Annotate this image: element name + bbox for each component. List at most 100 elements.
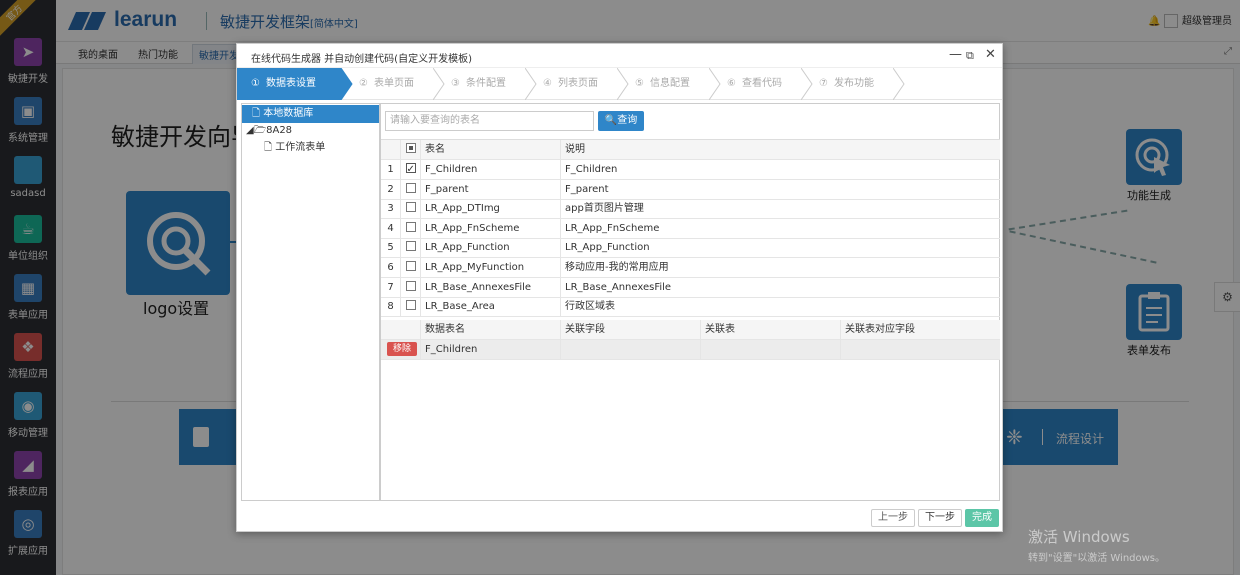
maximize-icon[interactable]: ⧉ bbox=[966, 49, 974, 63]
table-row[interactable]: 5 LR_App_Function LR_App_Function bbox=[381, 238, 1000, 259]
table-select-panel: 请输入要查询的表名 🔍查询 表名 说明 1 F_Children F_Childre… bbox=[380, 103, 1000, 501]
relation-grid: 数据表名 关联字段 关联表 关联表对应字段 移除 F_Children bbox=[381, 320, 1000, 360]
wizard-step[interactable]: ⑤ 信息配置 bbox=[617, 68, 709, 100]
row-checkbox[interactable] bbox=[405, 300, 416, 311]
step-label: 列表页面 bbox=[557, 78, 598, 89]
next-step-button[interactable]: 下一步 bbox=[918, 509, 962, 527]
table-row[interactable]: 4 LR_App_FnScheme LR_App_FnScheme bbox=[381, 218, 1000, 239]
row-number: 4 bbox=[381, 218, 401, 239]
table-desc-cell: LR_App_FnScheme bbox=[565, 222, 660, 234]
file-icon: 🗋 bbox=[264, 142, 276, 153]
table-desc-cell: F_parent bbox=[565, 183, 609, 195]
row-checkbox-cell bbox=[401, 277, 421, 298]
table-row[interactable]: 8 LR_Base_Area 行政区域表 bbox=[381, 297, 1000, 317]
row-checkbox[interactable] bbox=[405, 182, 416, 193]
step-label: 信息配置 bbox=[649, 78, 690, 89]
row-checkbox[interactable] bbox=[405, 202, 416, 213]
table-desc-cell: LR_App_Function bbox=[565, 242, 650, 254]
row-number: 1 bbox=[381, 160, 401, 180]
row-checkbox[interactable] bbox=[405, 241, 416, 252]
minimize-icon[interactable]: — bbox=[949, 47, 962, 62]
row-checkbox[interactable] bbox=[405, 221, 416, 232]
relation-header: 数据表名 关联字段 关联表 关联表对应字段 bbox=[381, 320, 1000, 340]
step-label: 表单页面 bbox=[373, 78, 414, 89]
wizard-step[interactable]: ③ 条件配置 bbox=[433, 68, 525, 100]
watermark-line1: 激活 Windows bbox=[1028, 528, 1130, 546]
query-button-label: 查询 bbox=[617, 115, 638, 126]
row-checkbox-cell bbox=[401, 199, 421, 220]
header-rownum bbox=[381, 140, 401, 160]
grid-header: 表名 说明 bbox=[381, 140, 1000, 160]
relation-reltable-cell[interactable] bbox=[701, 340, 841, 360]
header-table-name: 表名 bbox=[421, 140, 561, 160]
wizard-step[interactable]: ① 数据表设置 bbox=[237, 68, 341, 100]
table-desc-cell: app首页图片管理 bbox=[565, 203, 644, 215]
table-row[interactable]: 3 LR_App_DTImg app首页图片管理 bbox=[381, 199, 1000, 220]
dialog-footer: 上一步 下一步 完成 bbox=[237, 504, 1002, 532]
app-window: 官方 ➤ 敏捷开发 ▣ 系统管理 sadasd ☕ 单位组织 ▦ 表单应用 ❖ 流程应用 ◉ 移动管理 ◢… bbox=[0, 0, 1240, 575]
row-number: 2 bbox=[381, 179, 401, 200]
relation-header-relfield: 关联表对应字段 bbox=[845, 324, 915, 335]
table-desc-cell: 移动应用-我的常用应用 bbox=[565, 262, 669, 273]
table-grid: 表名 说明 1 F_Children F_Children 2 F_parent F_pa… bbox=[381, 139, 1000, 317]
select-all-checkbox[interactable] bbox=[405, 143, 416, 153]
table-row[interactable]: 1 F_Children F_Children bbox=[381, 160, 1000, 180]
relation-table-cell[interactable]: F_Children bbox=[421, 340, 561, 360]
row-checkbox-cell bbox=[401, 160, 421, 180]
wizard-step[interactable]: ② 表单页面 bbox=[341, 68, 433, 100]
step-chevron-icon bbox=[893, 68, 905, 100]
table-name-cell: LR_App_FnScheme bbox=[421, 218, 561, 239]
step-number: ① bbox=[251, 78, 260, 89]
row-checkbox-cell bbox=[401, 179, 421, 200]
dialog-titlebar: 在线代码生成器 并自动创建代码(自定义开发模板) — ⧉ ✕ bbox=[237, 44, 1002, 68]
wizard-steps: ① 数据表设置 ② 表单页面 ③ 条件配置 ④ 列表页面 ⑤ 信息配置 ⑥ 查看代码 ⑦ 发布功能 bbox=[237, 68, 1002, 100]
tree-node-8a28[interactable]: ◢🗁8A28 bbox=[246, 122, 292, 140]
prev-step-button[interactable]: 上一步 bbox=[871, 509, 915, 527]
tree-root-label: 本地数据库 bbox=[263, 108, 314, 119]
relation-header-action bbox=[381, 320, 421, 340]
tree-root[interactable]: 🗋 本地数据库 bbox=[242, 105, 379, 123]
relation-relfield-cell[interactable] bbox=[841, 340, 1000, 360]
relation-row: 移除 F_Children bbox=[381, 340, 1000, 360]
header-description: 说明 bbox=[565, 144, 585, 155]
remove-button[interactable]: 移除 bbox=[387, 342, 417, 356]
table-name-cell: LR_Base_Area bbox=[421, 297, 561, 317]
step-label: 发布功能 bbox=[833, 78, 874, 89]
row-number: 5 bbox=[381, 238, 401, 259]
step-number: ③ bbox=[451, 78, 460, 89]
relation-header-reltable: 关联表 bbox=[701, 320, 841, 340]
finish-button[interactable]: 完成 bbox=[965, 509, 999, 527]
step-number: ⑦ bbox=[819, 78, 828, 89]
table-row[interactable]: 2 F_parent F_parent bbox=[381, 179, 1000, 200]
step-label: 数据表设置 bbox=[265, 78, 316, 89]
watermark-line2: 转到"设置"以激活 Windows。 bbox=[1028, 553, 1166, 564]
row-number: 7 bbox=[381, 277, 401, 298]
tree-leaf-workflow[interactable]: 🗋 工作流表单 bbox=[264, 139, 325, 157]
row-number: 8 bbox=[381, 297, 401, 317]
row-checkbox[interactable] bbox=[405, 280, 416, 291]
header-checkbox[interactable] bbox=[401, 140, 421, 160]
row-checkbox[interactable] bbox=[405, 261, 416, 271]
table-name-cell: F_parent bbox=[421, 179, 561, 200]
step-number: ④ bbox=[543, 78, 552, 89]
table-desc-cell: LR_Base_AnnexesFile bbox=[565, 281, 672, 293]
table-row[interactable]: 7 LR_Base_AnnexesFile LR_Base_AnnexesFile bbox=[381, 277, 1000, 298]
query-button[interactable]: 🔍查询 bbox=[598, 111, 644, 131]
row-number: 3 bbox=[381, 199, 401, 220]
wizard-step[interactable]: ④ 列表页面 bbox=[525, 68, 617, 100]
file-icon: 🗋 bbox=[252, 108, 264, 119]
table-search-input[interactable]: 请输入要查询的表名 bbox=[385, 111, 594, 131]
tree-leaf-label: 工作流表单 bbox=[275, 142, 326, 153]
close-icon[interactable]: ✕ bbox=[985, 47, 996, 62]
database-tree: 🗋 本地数据库 ◢🗁8A28 🗋 工作流表单 bbox=[241, 103, 380, 501]
code-generator-dialog: 在线代码生成器 并自动创建代码(自定义开发模板) — ⧉ ✕ ① 数据表设置 ② 表单… bbox=[236, 43, 1003, 532]
relation-field-cell[interactable] bbox=[561, 340, 701, 360]
row-number: 6 bbox=[381, 258, 401, 278]
relation-header-table: 数据表名 bbox=[421, 320, 561, 340]
table-row[interactable]: 6 LR_App_MyFunction 移动应用-我的常用应用 bbox=[381, 258, 1000, 278]
step-number: ⑥ bbox=[727, 78, 736, 89]
row-checkbox[interactable] bbox=[405, 160, 416, 179]
wizard-step[interactable]: ⑦ 发布功能 bbox=[801, 68, 893, 100]
wizard-step[interactable]: ⑥ 查看代码 bbox=[709, 68, 801, 100]
step-label: 条件配置 bbox=[465, 78, 506, 89]
